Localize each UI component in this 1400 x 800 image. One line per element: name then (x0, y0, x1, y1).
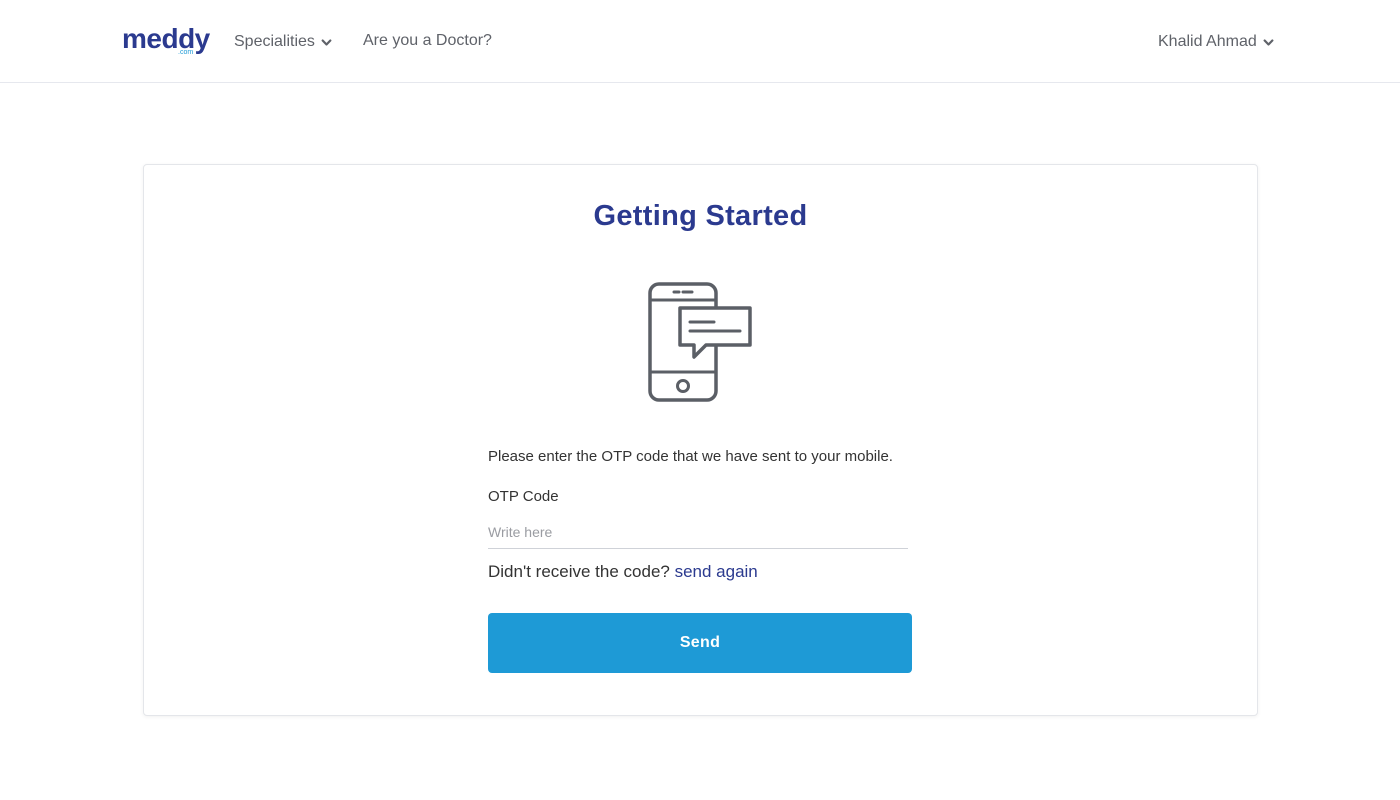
meddy-logo[interactable]: meddy .com (122, 22, 214, 58)
phone-message-icon (648, 282, 752, 402)
otp-verification-card: Getting Started Please enter the OTP cod… (143, 164, 1258, 716)
specialities-dropdown[interactable]: Specialities (234, 31, 332, 53)
otp-instructions: Please enter the OTP code that we have s… (488, 448, 893, 465)
logo-wordmark: meddy (122, 23, 210, 54)
chevron-down-icon (1263, 38, 1274, 46)
user-menu-dropdown[interactable]: Khalid Ahmad (1158, 31, 1274, 53)
send-again-link[interactable]: send again (675, 562, 758, 581)
top-navigation-bar: meddy .com Specialities Are you a Doctor… (0, 0, 1400, 83)
otp-code-label: OTP Code (488, 488, 559, 505)
otp-code-input[interactable] (488, 515, 908, 549)
are-you-a-doctor-link[interactable]: Are you a Doctor? (363, 30, 492, 52)
specialities-label: Specialities (234, 33, 315, 50)
send-button[interactable]: Send (488, 613, 912, 673)
chevron-down-icon (321, 38, 332, 46)
user-name: Khalid Ahmad (1158, 33, 1257, 50)
page-title: Getting Started (593, 200, 808, 232)
resend-code-row: Didn't receive the code? send again (488, 561, 758, 583)
logo-domain: .com (178, 49, 194, 56)
doctor-link-label: Are you a Doctor? (363, 32, 492, 49)
resend-prompt: Didn't receive the code? (488, 562, 675, 581)
